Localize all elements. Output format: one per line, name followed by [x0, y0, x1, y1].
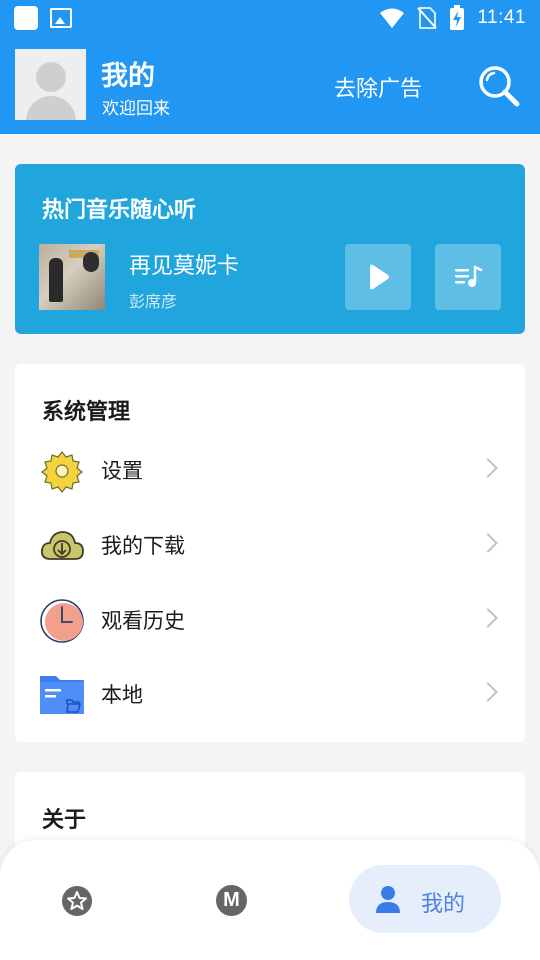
- play-button[interactable]: [345, 244, 411, 310]
- image-notification-icon: [50, 8, 72, 28]
- avatar[interactable]: [15, 49, 86, 120]
- clock-time: 11:41: [477, 7, 526, 28]
- m-icon[interactable]: M: [216, 885, 247, 916]
- music-card-title: 热门音乐随心听: [42, 198, 197, 223]
- chevron-right-icon: [478, 458, 498, 478]
- person-icon: [376, 886, 400, 913]
- nav-tab-mine[interactable]: 我的: [349, 865, 501, 933]
- section-title: 系统管理: [42, 400, 131, 425]
- menu-item-label: 我的下载: [101, 534, 185, 558]
- star-icon[interactable]: [62, 886, 92, 916]
- menu-item-local[interactable]: 本地: [15, 664, 525, 724]
- notification-app-icon: [14, 6, 38, 30]
- section-title: 关于: [42, 808, 87, 833]
- menu-item-settings[interactable]: 设置: [15, 440, 525, 500]
- bottom-navigation: M 我的: [0, 840, 540, 960]
- chevron-right-icon: [478, 608, 498, 628]
- system-management-card: 系统管理 设置 我的下载 观看历史 本地: [15, 364, 525, 742]
- playlist-button[interactable]: [435, 244, 501, 310]
- status-bar: 11:41: [0, 0, 540, 36]
- playlist-icon: [455, 265, 483, 287]
- no-sim-icon: [417, 7, 438, 29]
- menu-item-downloads[interactable]: 我的下载: [15, 515, 525, 575]
- page-title: 我的: [101, 61, 155, 92]
- hot-music-card[interactable]: 热门音乐随心听 再见莫妮卡 彭席彦: [15, 164, 525, 334]
- folder-icon: [40, 676, 84, 714]
- search-icon[interactable]: [477, 64, 521, 108]
- play-icon: [370, 264, 389, 290]
- chevron-right-icon: [478, 682, 498, 702]
- gear-icon: [41, 451, 83, 493]
- cloud-download-icon: [40, 531, 84, 560]
- menu-item-history[interactable]: 观看历史: [15, 590, 525, 650]
- clock-icon: [40, 599, 84, 643]
- artist-name: 彭席彦: [129, 292, 178, 311]
- chevron-right-icon: [478, 533, 498, 553]
- profile-header: 我的 欢迎回来 去除广告: [0, 36, 540, 134]
- menu-item-label: 观看历史: [101, 609, 185, 633]
- remove-ads-button[interactable]: 去除广告: [334, 71, 422, 103]
- battery-charging-icon: [450, 5, 465, 30]
- album-cover[interactable]: [39, 244, 105, 310]
- nav-tab-label: 我的: [421, 892, 466, 917]
- menu-item-label: 本地: [101, 683, 143, 707]
- wifi-icon: [380, 8, 405, 28]
- welcome-text: 欢迎回来: [102, 99, 170, 119]
- menu-item-label: 设置: [101, 459, 143, 483]
- song-title: 再见莫妮卡: [129, 254, 240, 279]
- star-glyph: [67, 891, 87, 910]
